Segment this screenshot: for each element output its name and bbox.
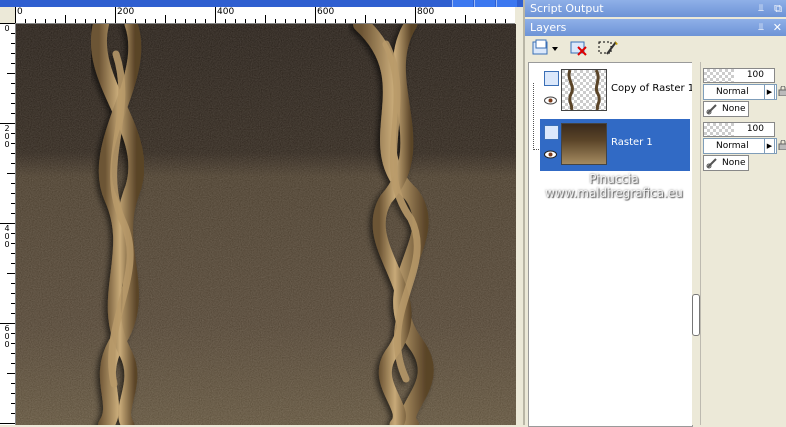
- visibility-eye-icon[interactable]: [544, 96, 557, 105]
- link-icon: [706, 158, 717, 169]
- horizontal-ruler: 0 200 400 600 800: [15, 7, 515, 24]
- group-value: None: [722, 104, 746, 114]
- panel-splitter[interactable]: [692, 62, 700, 425]
- edit-selection-icon: [598, 41, 618, 55]
- splitter-handle[interactable]: [692, 294, 700, 336]
- ruler-label: 200: [4, 124, 10, 149]
- pin-icon[interactable]: ⫫: [758, 19, 764, 36]
- ruler-label: 800: [417, 7, 435, 17]
- ruler-label: 0: [17, 7, 23, 17]
- layers-title: Layers: [530, 21, 567, 34]
- canvas-padding: [516, 7, 523, 425]
- blend-mode-value: Normal: [716, 87, 749, 97]
- script-output-title: Script Output: [530, 2, 604, 15]
- new-layer-icon: [532, 39, 558, 55]
- layer-row-selected[interactable]: Raster 1: [540, 119, 690, 171]
- link-icon: [706, 104, 717, 115]
- palette-panel: Script Output ⫫ ⧉ Layers ⫫ ✕ Copy of Ras…: [523, 0, 786, 427]
- layer-name: Raster 1: [611, 137, 653, 148]
- restore-icon[interactable]: ⧉: [774, 0, 782, 17]
- ruler-label: 600: [4, 324, 10, 349]
- layer-row[interactable]: Copy of Raster 1: [540, 65, 694, 117]
- layers-toolbar: [527, 37, 785, 61]
- layers-titlebar[interactable]: Layers ⫫ ✕: [525, 19, 786, 36]
- group-value: None: [722, 158, 746, 168]
- opacity-value: 100: [746, 124, 764, 134]
- document-canvas[interactable]: [16, 16, 516, 425]
- watermark-line2: www.maldiregrafica.eu: [545, 186, 683, 200]
- visibility-eye-icon[interactable]: [544, 150, 557, 159]
- blend-arrow-icon[interactable]: ▶: [764, 138, 775, 154]
- layer-properties-button[interactable]: [597, 39, 621, 57]
- canvas-artwork: [16, 16, 516, 425]
- pin-icon[interactable]: ⫫: [758, 0, 764, 17]
- ruler-label: 0: [4, 24, 10, 33]
- opacity-checker: [704, 123, 734, 136]
- blend-mode-value: Normal: [716, 141, 749, 151]
- layer-properties: 100 Normal ▶ None: [703, 66, 786, 118]
- minimize-button[interactable]: [452, 0, 473, 7]
- opacity-slider[interactable]: 100: [703, 68, 775, 83]
- vertical-ruler: 0 200 400 600: [0, 23, 16, 425]
- close-button[interactable]: [496, 0, 517, 7]
- image-window: 0 200 400 600 800 0 200 400 600: [0, 0, 523, 425]
- layer-properties: 100 Normal ▶ None: [703, 120, 786, 172]
- layer-group-field[interactable]: None: [703, 101, 749, 117]
- layer-properties-column: 100 Normal ▶ None 100 Normal ▶ None: [700, 62, 786, 425]
- raster-layer-icon: [544, 125, 559, 140]
- ruler-label: 400: [217, 7, 235, 17]
- opacity-value: 100: [746, 70, 764, 80]
- raster-layer-icon: [544, 71, 559, 86]
- layer-thumbnail: [561, 123, 607, 165]
- delete-layer-icon: [570, 41, 587, 56]
- lock-icon[interactable]: [778, 86, 786, 96]
- delete-layer-button[interactable]: [569, 39, 589, 57]
- close-icon[interactable]: ✕: [773, 19, 782, 36]
- ruler-label: 400: [4, 224, 10, 249]
- layers-list: Copy of Raster 1 Raster 1: [528, 62, 694, 427]
- layer-thumbnail: [561, 69, 607, 111]
- maximize-button[interactable]: [474, 0, 495, 7]
- thumbnail-image: [562, 70, 606, 110]
- watermark-line1: Pinuccia: [589, 172, 639, 186]
- opacity-slider[interactable]: 100: [703, 122, 775, 137]
- thumbnail-image: [562, 124, 606, 164]
- ruler-label: 200: [117, 7, 135, 17]
- ruler-label: 600: [317, 7, 335, 17]
- script-output-titlebar[interactable]: Script Output ⫫ ⧉: [525, 0, 786, 17]
- blend-arrow-icon[interactable]: ▶: [764, 84, 775, 100]
- lock-icon[interactable]: [778, 140, 786, 150]
- layer-name: Copy of Raster 1: [611, 83, 695, 94]
- opacity-checker: [704, 69, 734, 82]
- layer-group-field[interactable]: None: [703, 155, 749, 171]
- watermark: Pinuccia www.maldiregrafica.eu: [519, 172, 709, 200]
- ruler-ticks: [15, 7, 506, 23]
- image-window-titlebar: [0, 0, 523, 7]
- new-layer-button[interactable]: [531, 39, 559, 57]
